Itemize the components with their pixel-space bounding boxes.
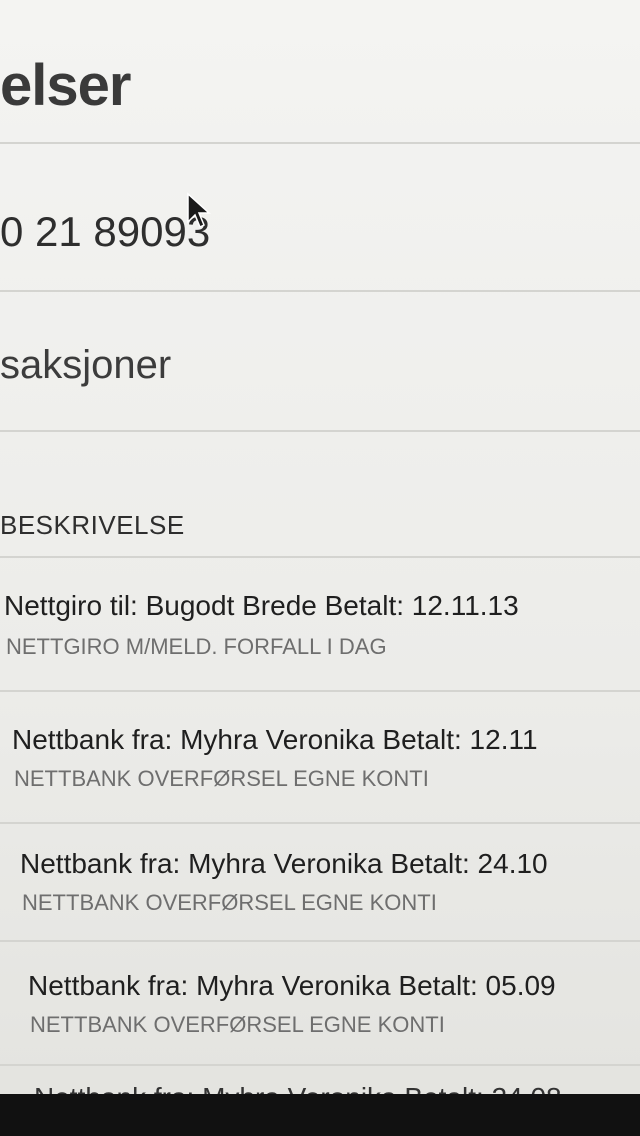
screen-bezel: [0, 1094, 640, 1136]
transaction-title: Nettbank fra: Myhra Veronika Betalt: 12.…: [12, 724, 538, 755]
screen: elser 0 21 89093 saksjoner BESKRIVELSE N…: [0, 0, 640, 1136]
row-divider: [0, 940, 640, 942]
row-divider: [0, 1064, 640, 1066]
transaction-description: NETTBANK OVERFØRSEL EGNE KONTI: [22, 890, 437, 915]
account-number[interactable]: 0 21 89093: [0, 208, 210, 256]
title-divider: [0, 142, 640, 144]
section-title: saksjoner: [0, 343, 172, 387]
transaction-description: NETTBANK OVERFØRSEL EGNE KONTI: [30, 1012, 445, 1037]
transaction-description: NETTGIRO M/MELD. FORFALL I DAG: [6, 634, 387, 659]
account-divider: [0, 290, 640, 292]
row-divider: [0, 822, 640, 824]
header-divider: [0, 556, 640, 558]
mouse-pointer-icon: [187, 192, 211, 229]
transaction-title: Nettbank fra: Myhra Veronika Betalt: 24.…: [20, 848, 548, 879]
transaction-description: NETTBANK OVERFØRSEL EGNE KONTI: [14, 766, 429, 791]
row-divider: [0, 690, 640, 692]
page-title: elser: [0, 53, 131, 118]
transaction-title: Nettbank fra: Myhra Veronika Betalt: 05.…: [28, 970, 556, 1001]
column-header-beskrivelse[interactable]: BESKRIVELSE: [0, 510, 185, 541]
transaction-title: Nettgiro til: Bugodt Brede Betalt: 12.11…: [4, 590, 519, 621]
section-divider: [0, 430, 640, 432]
